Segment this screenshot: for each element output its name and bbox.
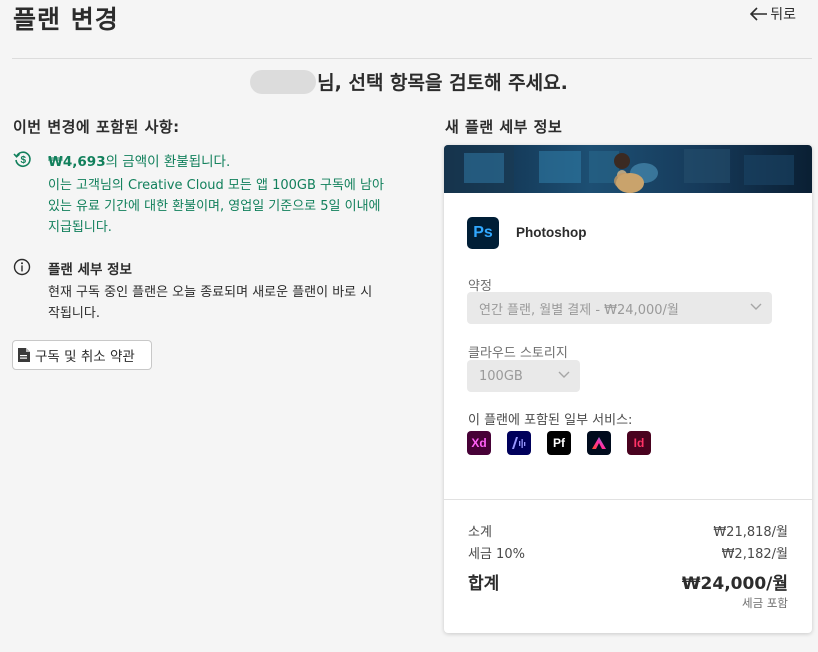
refund-amount: ₩4,693 [48,154,106,170]
product-banner-image [444,145,812,193]
tax-value: ₩2,182/월 [721,547,788,562]
subtotal-value: ₩21,818/월 [713,525,788,540]
redacted-username [250,69,317,94]
portfolio-icon: Pf [547,431,571,455]
plan-info-description: 현재 구독 중인 플랜은 오늘 종료되며 새로운 플랜이 바로 시작됩니다. [48,285,373,321]
info-icon [13,258,31,276]
review-heading-text: 님, 선택 항목을 검토해 주세요. [317,72,568,94]
storage-select[interactable]: 100GB [467,360,580,392]
fresco-icon [587,431,611,455]
tax-label: 세금 10% [468,547,525,562]
total-row: 합계 ₩24,000/월 [468,569,788,594]
chevron-down-icon [558,371,570,378]
services-label: 이 플랜에 포함된 일부 서비스: [468,413,633,428]
terms-button[interactable]: 구독 및 취소 약관 [12,340,152,370]
xd-icon: Xd [467,431,491,455]
new-plan-title: 새 플랜 세부 정보 [445,118,563,136]
storage-label: 클라우드 스토리지 [468,346,568,361]
svg-text:$: $ [21,155,27,166]
refund-description: 이는 고객님의 Creative Cloud 모든 앱 100GB 구독에 남아… [48,178,384,235]
commitment-select[interactable]: 연간 플랜, 월별 결제 - ₩24,000/월 [467,292,772,324]
terms-label: 구독 및 취소 약관 [35,349,135,365]
document-icon [18,348,30,362]
plan-info-title: 플랜 세부 정보 [48,262,132,278]
back-link[interactable]: 뒤로 [750,4,796,24]
back-label: 뒤로 [770,7,796,23]
total-value: ₩24,000/월 [681,574,788,594]
tax-row: 세금 10% ₩2,182/월 [468,543,788,562]
tax-included-note: 세금 포함 [742,596,788,610]
indesign-icon: Id [627,431,651,455]
changes-title: 이번 변경에 포함된 사항: [13,118,180,136]
page-title: 플랜 변경 [13,5,119,34]
subtotal-label: 소계 [468,525,492,540]
plan-card: Ps Photoshop 약정 연간 플랜, 월별 결제 - ₩24,000/월… [444,145,812,633]
header-divider [12,58,812,59]
review-heading: 님, 선택 항목을 검토해 주세요. [0,68,818,95]
card-divider [444,499,812,500]
refund-headline: ₩4,693의 금액이 환불됩니다. [48,150,230,170]
subtotal-row: 소계 ₩21,818/월 [468,521,788,540]
refund-suffix: 의 금액이 환불됩니다. [105,154,231,170]
refund-icon: $ [13,151,31,167]
commitment-value: 연간 플랜, 월별 결제 - ₩24,000/월 [479,302,679,318]
included-services: Xd Pf Id [467,431,651,455]
product-name: Photoshop [516,225,587,240]
arrow-left-icon [750,7,768,21]
premiere-rush-icon [507,431,531,455]
total-label: 합계 [468,574,500,594]
chevron-down-icon [750,303,762,310]
storage-value: 100GB [479,368,523,384]
photoshop-icon: Ps [467,217,499,249]
